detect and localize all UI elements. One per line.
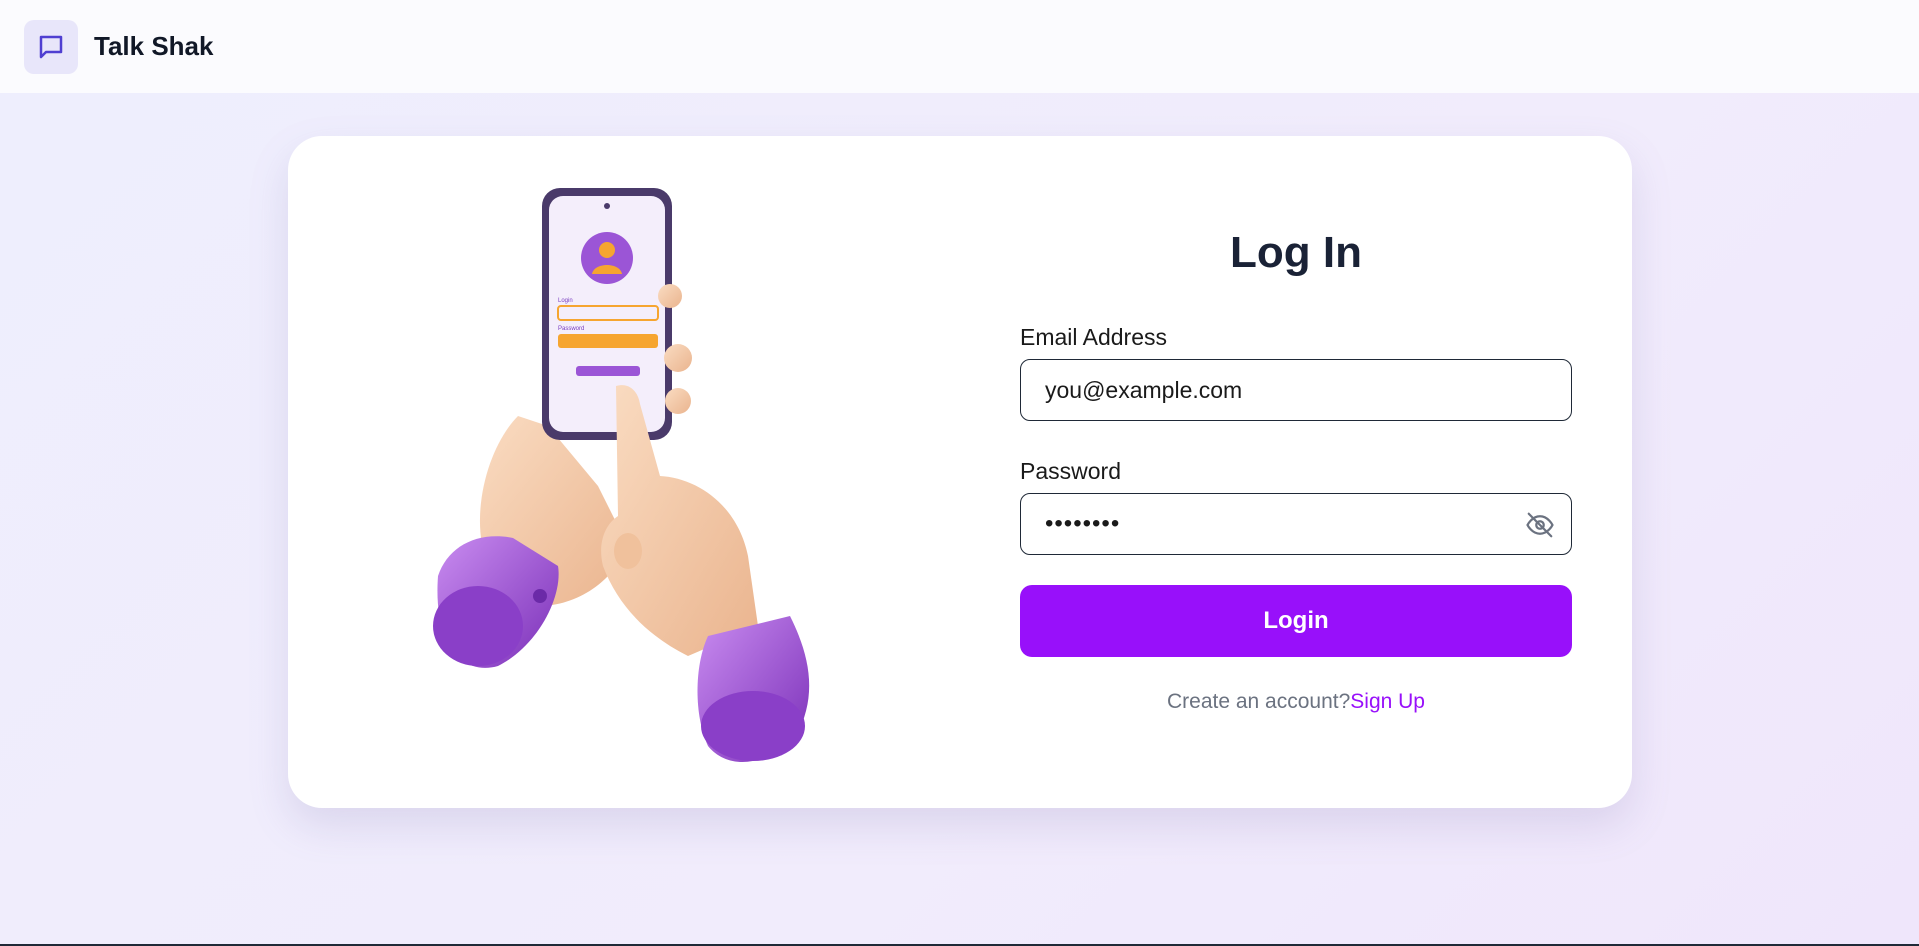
phone-password-label: Password (558, 326, 584, 332)
email-label: Email Address (1020, 324, 1168, 350)
signup-row: Create an account?Sign Up (1020, 690, 1572, 714)
phone-login-label: Login (558, 298, 573, 304)
password-label: Password (1020, 458, 1121, 484)
eye-off-icon[interactable] (1525, 510, 1555, 540)
logo[interactable] (24, 19, 78, 74)
email-input[interactable] (1045, 376, 1515, 404)
password-field[interactable]: •••••••• (1020, 493, 1572, 555)
login-card: Login Password Log In Email Address Pass… (288, 136, 1632, 808)
page-title: Log In (1230, 228, 1362, 277)
login-button[interactable]: Login (1020, 585, 1572, 657)
signup-prompt: Create an account? (1166, 690, 1351, 713)
signup-link[interactable]: Sign Up (1350, 690, 1425, 713)
login-illustration: Login Password (433, 188, 810, 763)
top-navbar: Talk Shak (0, 0, 1919, 93)
brand-name[interactable]: Talk Shak (94, 31, 213, 62)
password-input[interactable]: •••••••• (1045, 510, 1120, 538)
email-field[interactable] (1020, 359, 1572, 421)
chat-bubble-icon (39, 35, 63, 58)
